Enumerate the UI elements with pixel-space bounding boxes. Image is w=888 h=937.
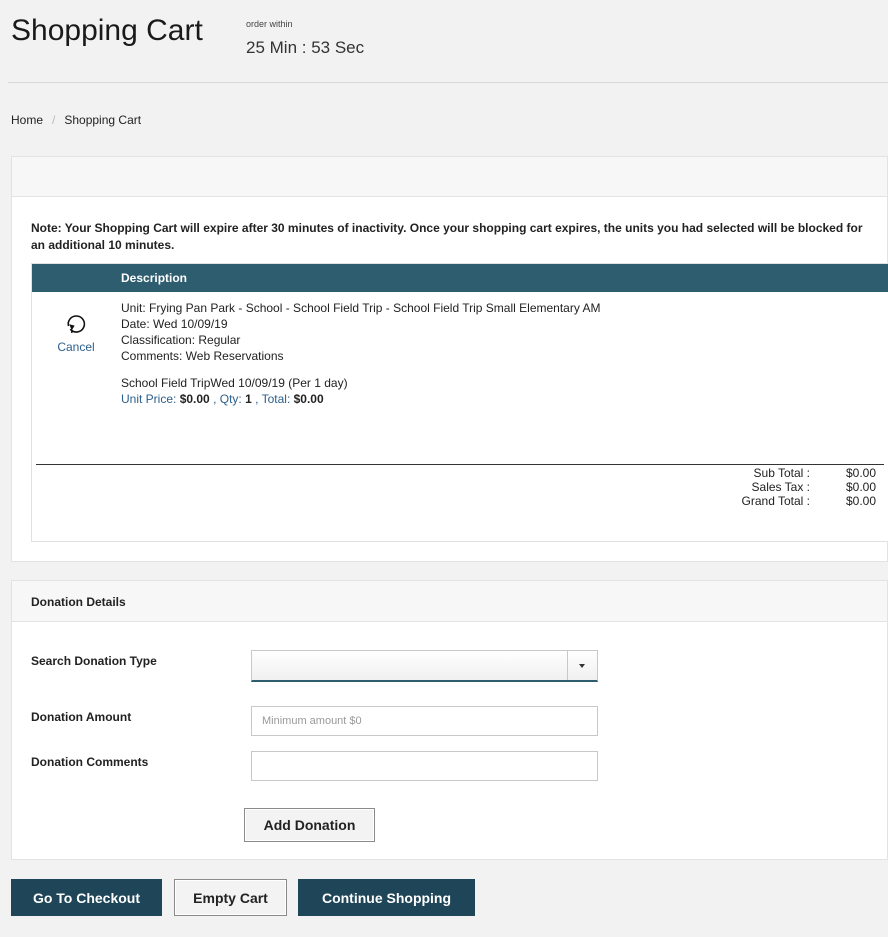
add-donation-button[interactable]: Add Donation [244, 808, 375, 842]
item-comments: Comments: Web Reservations [121, 349, 284, 363]
qty-label: Qty: [219, 392, 242, 406]
sales-tax-label: Sales Tax : [751, 480, 810, 494]
donation-type-label: Search Donation Type [31, 654, 157, 668]
item-unit: Unit: Frying Pan Park - School - School … [121, 301, 601, 315]
cart-table: Description Cancel Unit: Frying Pan Park… [31, 263, 888, 542]
donation-type-select[interactable] [251, 650, 598, 682]
item-date: Date: Wed 10/09/19 [121, 317, 228, 331]
page-title: Shopping Cart [11, 14, 203, 47]
donation-comments-input[interactable] [251, 751, 598, 781]
grand-total-value: $0.00 [845, 494, 876, 508]
qty-value: 1 [245, 392, 252, 406]
cart-panel-header [12, 157, 887, 197]
cart-panel: Note: Your Shopping Cart will expire aft… [11, 156, 888, 562]
cart-item-details: Unit: Frying Pan Park - School - School … [121, 300, 601, 407]
totals-divider [36, 464, 884, 465]
subtotal-row: Sub Total : $0.00 [32, 466, 888, 480]
unit-price-value: $0.00 [179, 392, 210, 406]
go-to-checkout-button[interactable]: Go To Checkout [11, 879, 162, 916]
item-line: School Field TripWed 10/09/19 (Per 1 day… [121, 376, 348, 390]
chevron-down-icon [579, 664, 585, 668]
continue-shopping-button[interactable]: Continue Shopping [298, 879, 475, 916]
empty-cart-button[interactable]: Empty Cart [174, 879, 287, 916]
donation-panel: Donation Details Search Donation Type Do… [11, 580, 888, 860]
breadcrumb: Home / Shopping Cart [11, 113, 141, 127]
cart-expiry-note: Note: Your Shopping Cart will expire aft… [31, 221, 863, 252]
unit-price-label: Unit Price: [121, 392, 177, 406]
subtotal-label: Sub Total : [753, 466, 810, 480]
grand-total-label: Grand Total : [741, 494, 810, 508]
cancel-item-link[interactable]: Cancel [46, 340, 106, 354]
header-divider [8, 82, 888, 83]
breadcrumb-current: Shopping Cart [64, 113, 142, 127]
donation-amount-input[interactable] [251, 706, 598, 736]
cart-totals: Sub Total : $0.00 Sales Tax : $0.00 Gran… [32, 466, 888, 508]
item-pricing: Unit Price: $0.00 , Qty: 1 , Total: $0.0… [121, 392, 324, 406]
sales-tax-value: $0.00 [845, 480, 876, 494]
description-column-header: Description [32, 264, 888, 292]
donation-comments-label: Donation Comments [31, 755, 149, 769]
breadcrumb-separator: / [52, 113, 56, 127]
breadcrumb-home[interactable]: Home [11, 113, 43, 127]
donation-amount-label: Donation Amount [31, 710, 132, 724]
cancel-icon[interactable] [65, 312, 87, 336]
total-value: $0.00 [293, 392, 324, 406]
timer-label: order within [246, 19, 293, 29]
sales-tax-row: Sales Tax : $0.00 [32, 480, 888, 494]
item-classification: Classification: Regular [121, 333, 241, 347]
donation-panel-title: Donation Details [12, 581, 887, 622]
cancel-cell: Cancel [46, 312, 106, 354]
total-label: Total: [261, 392, 291, 406]
countdown-timer: 25 Min : 53 Sec [246, 38, 365, 57]
grand-total-row: Grand Total : $0.00 [32, 494, 888, 508]
donation-type-dropdown-toggle[interactable] [567, 651, 597, 680]
subtotal-value: $0.00 [845, 466, 876, 480]
